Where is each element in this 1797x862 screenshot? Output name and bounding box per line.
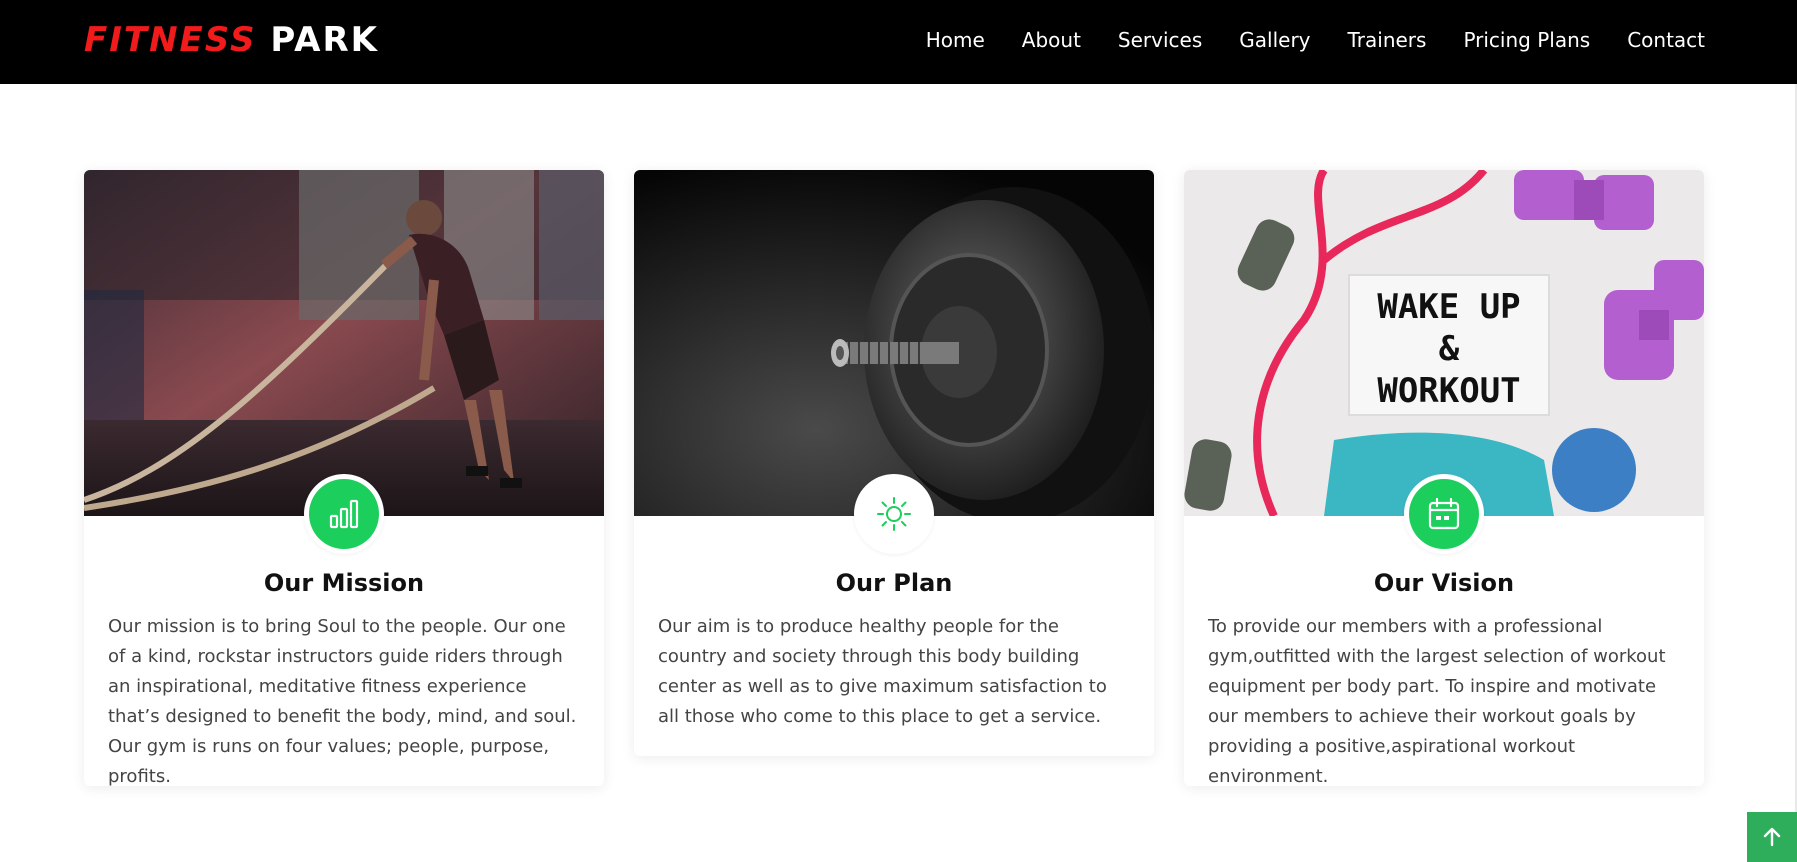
vision-image: WAKE UP & WORKOUT (1184, 170, 1704, 516)
nav-contact[interactable]: Contact (1627, 26, 1705, 54)
nav-home[interactable]: Home (926, 26, 985, 54)
sign-line-3: WORKOUT (1377, 371, 1520, 411)
plan-text: Our aim is to produce healthy people for… (658, 616, 1107, 727)
scroll-to-top-button[interactable] (1747, 812, 1797, 862)
nav-pricing-plans[interactable]: Pricing Plans (1463, 26, 1590, 54)
vision-icon-badge (1404, 474, 1484, 554)
logo-fitness: FITNESS (84, 20, 257, 60)
mission-title: Our Mission (263, 569, 425, 597)
nav-services[interactable]: Services (1118, 26, 1202, 54)
vision-card: WAKE UP & WORKOUT Our Vision To provide … (1184, 170, 1704, 787)
plan-title: Our Plan (835, 569, 953, 597)
arrow-up-icon (1763, 827, 1781, 847)
sign-line-1: WAKE UP (1377, 287, 1520, 327)
nav-trainers[interactable]: Trainers (1348, 26, 1427, 54)
sign-line-2: & (1439, 329, 1460, 369)
plan-icon-badge (854, 474, 934, 554)
nav-about[interactable]: About (1022, 26, 1081, 54)
site-logo[interactable]: FITNESS PARK (84, 20, 379, 60)
calendar-icon (1428, 497, 1460, 530)
bar-chart-icon (329, 499, 359, 529)
vision-text: To provide our members with a profession… (1208, 616, 1666, 787)
vision-title: Our Vision (1373, 569, 1515, 597)
mission-card: Our Mission Our mission is to bring Soul… (84, 170, 604, 787)
mission-image (84, 170, 604, 516)
nav-gallery[interactable]: Gallery (1239, 26, 1310, 54)
plan-card: Our Plan Our aim is to produce healthy p… (634, 170, 1154, 756)
logo-park: PARK (270, 20, 379, 60)
site-header: FITNESS PARK Home About Services Gallery… (0, 0, 1797, 84)
main-nav: Home About Services Gallery Trainers Pri… (926, 26, 1705, 54)
sun-icon (877, 497, 911, 531)
plan-image (634, 170, 1154, 516)
mission-icon-badge (304, 474, 384, 554)
mission-text: Our mission is to bring Soul to the peop… (108, 616, 577, 787)
